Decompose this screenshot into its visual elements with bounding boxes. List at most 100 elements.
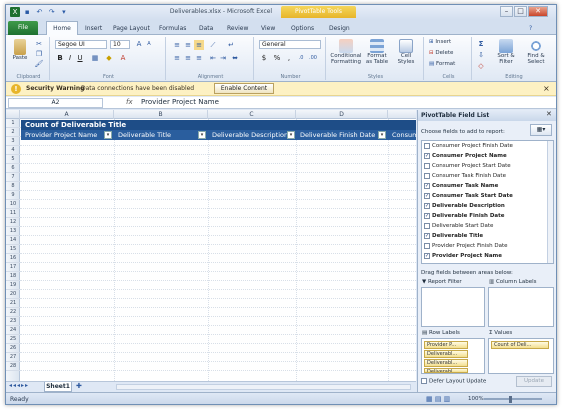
- field-item[interactable]: ✓ Consumer Project Name: [424, 152, 544, 162]
- column-header-b[interactable]: B: [114, 110, 208, 119]
- row-field-chip[interactable]: Provider P...: [424, 341, 468, 349]
- defer-layout-update-checkbox[interactable]: Defer Layout Update: [421, 378, 486, 385]
- font-size-select[interactable]: 10: [110, 40, 130, 49]
- filter-dropdown-icon[interactable]: ▾: [198, 131, 206, 139]
- align-bottom-icon[interactable]: ≡: [194, 40, 204, 50]
- row-header[interactable]: 4: [6, 146, 20, 155]
- column-header-d[interactable]: D: [296, 110, 388, 119]
- borders-icon[interactable]: ▦: [90, 53, 100, 63]
- row-header[interactable]: 13: [6, 227, 20, 236]
- fill-color-icon[interactable]: ◆: [104, 53, 114, 63]
- align-right-icon[interactable]: ≡: [194, 53, 204, 63]
- row-header[interactable]: 7: [6, 173, 20, 182]
- align-middle-icon[interactable]: ≡: [183, 40, 193, 50]
- worksheet-grid[interactable]: A B C D 1 2 3 4 5 6 7 8 9 10 11 12 13 14 15 16 17 18 19 20 2…: [6, 110, 416, 381]
- field-item[interactable]: ✓ Consumer Task Start Date: [424, 192, 544, 202]
- find-select-button[interactable]: Find & Select: [522, 39, 550, 65]
- sheet-nav-arrows-icon[interactable]: ◂◂◂▸▸: [9, 382, 29, 389]
- underline-icon[interactable]: U: [75, 53, 85, 63]
- customize-qat-icon[interactable]: ▾: [59, 7, 69, 17]
- row-header[interactable]: 26: [6, 344, 20, 353]
- cut-icon[interactable]: ✂: [34, 39, 44, 49]
- field-list-scrollbar[interactable]: [547, 141, 553, 263]
- value-field-chip[interactable]: Count of Deli...: [491, 341, 549, 349]
- pivot-header-consumer[interactable]: Consumer: [388, 130, 416, 140]
- wrap-text-icon[interactable]: ↵: [226, 40, 236, 50]
- field-item[interactable]: Consumer Task Finish Date: [424, 172, 544, 182]
- currency-icon[interactable]: $: [259, 53, 269, 63]
- row-header[interactable]: 19: [6, 281, 20, 290]
- clear-icon[interactable]: ◇: [476, 61, 486, 71]
- pivot-header-deliverable-finish-date[interactable]: Deliverable Finish Date: [296, 130, 388, 140]
- filter-dropdown-icon[interactable]: ▾: [378, 131, 386, 139]
- row-header[interactable]: 8: [6, 182, 20, 191]
- column-header-c[interactable]: C: [208, 110, 296, 119]
- row-header[interactable]: 14: [6, 236, 20, 245]
- cell-styles-button[interactable]: Cell Styles: [392, 39, 420, 65]
- italic-icon[interactable]: I: [65, 53, 75, 63]
- row-header[interactable]: 11: [6, 209, 20, 218]
- redo-icon[interactable]: ↷: [47, 7, 57, 17]
- sort-filter-button[interactable]: Sort & Filter: [492, 39, 520, 65]
- row-header[interactable]: 20: [6, 290, 20, 299]
- row-header[interactable]: 12: [6, 218, 20, 227]
- format-painter-icon[interactable]: 🖌: [34, 59, 44, 69]
- update-button[interactable]: Update: [516, 376, 552, 387]
- increase-indent-icon[interactable]: ⇥: [218, 53, 228, 63]
- zoom-level[interactable]: 100%: [468, 396, 484, 402]
- checkbox-icon[interactable]: [424, 172, 430, 179]
- tab-file[interactable]: File: [8, 21, 38, 35]
- font-color-icon[interactable]: A: [118, 53, 128, 63]
- zoom-slider-thumb[interactable]: [509, 396, 512, 403]
- row-header[interactable]: 28: [6, 362, 20, 371]
- field-item[interactable]: Consumer Project Finish Date: [424, 142, 544, 152]
- decrease-indent-icon[interactable]: ⇤: [208, 53, 218, 63]
- field-item[interactable]: ✓ Provider Project Name: [424, 252, 544, 262]
- copy-icon[interactable]: ❐: [34, 49, 44, 59]
- insert-sheet-icon[interactable]: ✚: [76, 382, 82, 390]
- merge-center-icon[interactable]: ⬌: [230, 53, 240, 63]
- pivot-header-deliverable-title[interactable]: Deliverable Title: [114, 130, 208, 140]
- row-field-chip[interactable]: Deliverabl...: [424, 359, 468, 367]
- pivot-title-cell[interactable]: Count of Deliverable Title: [21, 120, 416, 130]
- row-header[interactable]: 5: [6, 155, 20, 164]
- align-left-icon[interactable]: ≡: [172, 53, 182, 63]
- decrease-decimal-icon[interactable]: .00: [308, 53, 318, 63]
- tab-options[interactable]: Options: [288, 23, 317, 35]
- horizontal-scrollbar[interactable]: [116, 384, 411, 390]
- checkbox-icon[interactable]: [424, 142, 430, 149]
- help-icon[interactable]: ?: [526, 23, 535, 35]
- percent-icon[interactable]: %: [272, 53, 282, 63]
- row-header[interactable]: 18: [6, 272, 20, 281]
- name-box[interactable]: A2: [8, 98, 103, 108]
- checkbox-checked-icon[interactable]: ✓: [424, 212, 430, 219]
- row-header[interactable]: 24: [6, 326, 20, 335]
- fill-icon[interactable]: ⇩: [476, 50, 486, 60]
- grow-font-icon[interactable]: A: [134, 39, 144, 49]
- row-header[interactable]: 17: [6, 263, 20, 272]
- row-header[interactable]: 27: [6, 353, 20, 362]
- checkbox-checked-icon[interactable]: ✓: [424, 152, 430, 159]
- row-header[interactable]: 23: [6, 317, 20, 326]
- field-item[interactable]: Deliverable Start Date: [424, 222, 544, 232]
- save-icon[interactable]: ▪: [22, 7, 32, 17]
- number-format-select[interactable]: General: [259, 40, 321, 49]
- checkbox-checked-icon[interactable]: ✓: [424, 232, 430, 239]
- row-header[interactable]: 16: [6, 254, 20, 263]
- tab-design[interactable]: Design: [326, 23, 353, 35]
- row-header[interactable]: 9: [6, 191, 20, 200]
- minimize-button[interactable]: –: [500, 6, 513, 17]
- format-cells-button[interactable]: ▤ Format: [429, 61, 455, 67]
- checkbox-icon[interactable]: [424, 242, 430, 249]
- conditional-formatting-button[interactable]: Conditional Formatting: [330, 39, 362, 65]
- font-name-select[interactable]: Segoe UI: [55, 40, 107, 49]
- align-center-icon[interactable]: ≡: [183, 53, 193, 63]
- checkbox-icon[interactable]: [424, 162, 430, 169]
- tab-insert[interactable]: Insert: [82, 23, 105, 35]
- row-field-chip[interactable]: Deliverabl...: [424, 368, 468, 373]
- tab-page-layout[interactable]: Page Layout: [110, 23, 153, 35]
- excel-app-icon[interactable]: X: [10, 7, 20, 17]
- shrink-font-icon[interactable]: A: [144, 39, 154, 49]
- tab-review[interactable]: Review: [224, 23, 251, 35]
- pivot-header-provider-project-name[interactable]: Provider Project Name: [21, 130, 114, 140]
